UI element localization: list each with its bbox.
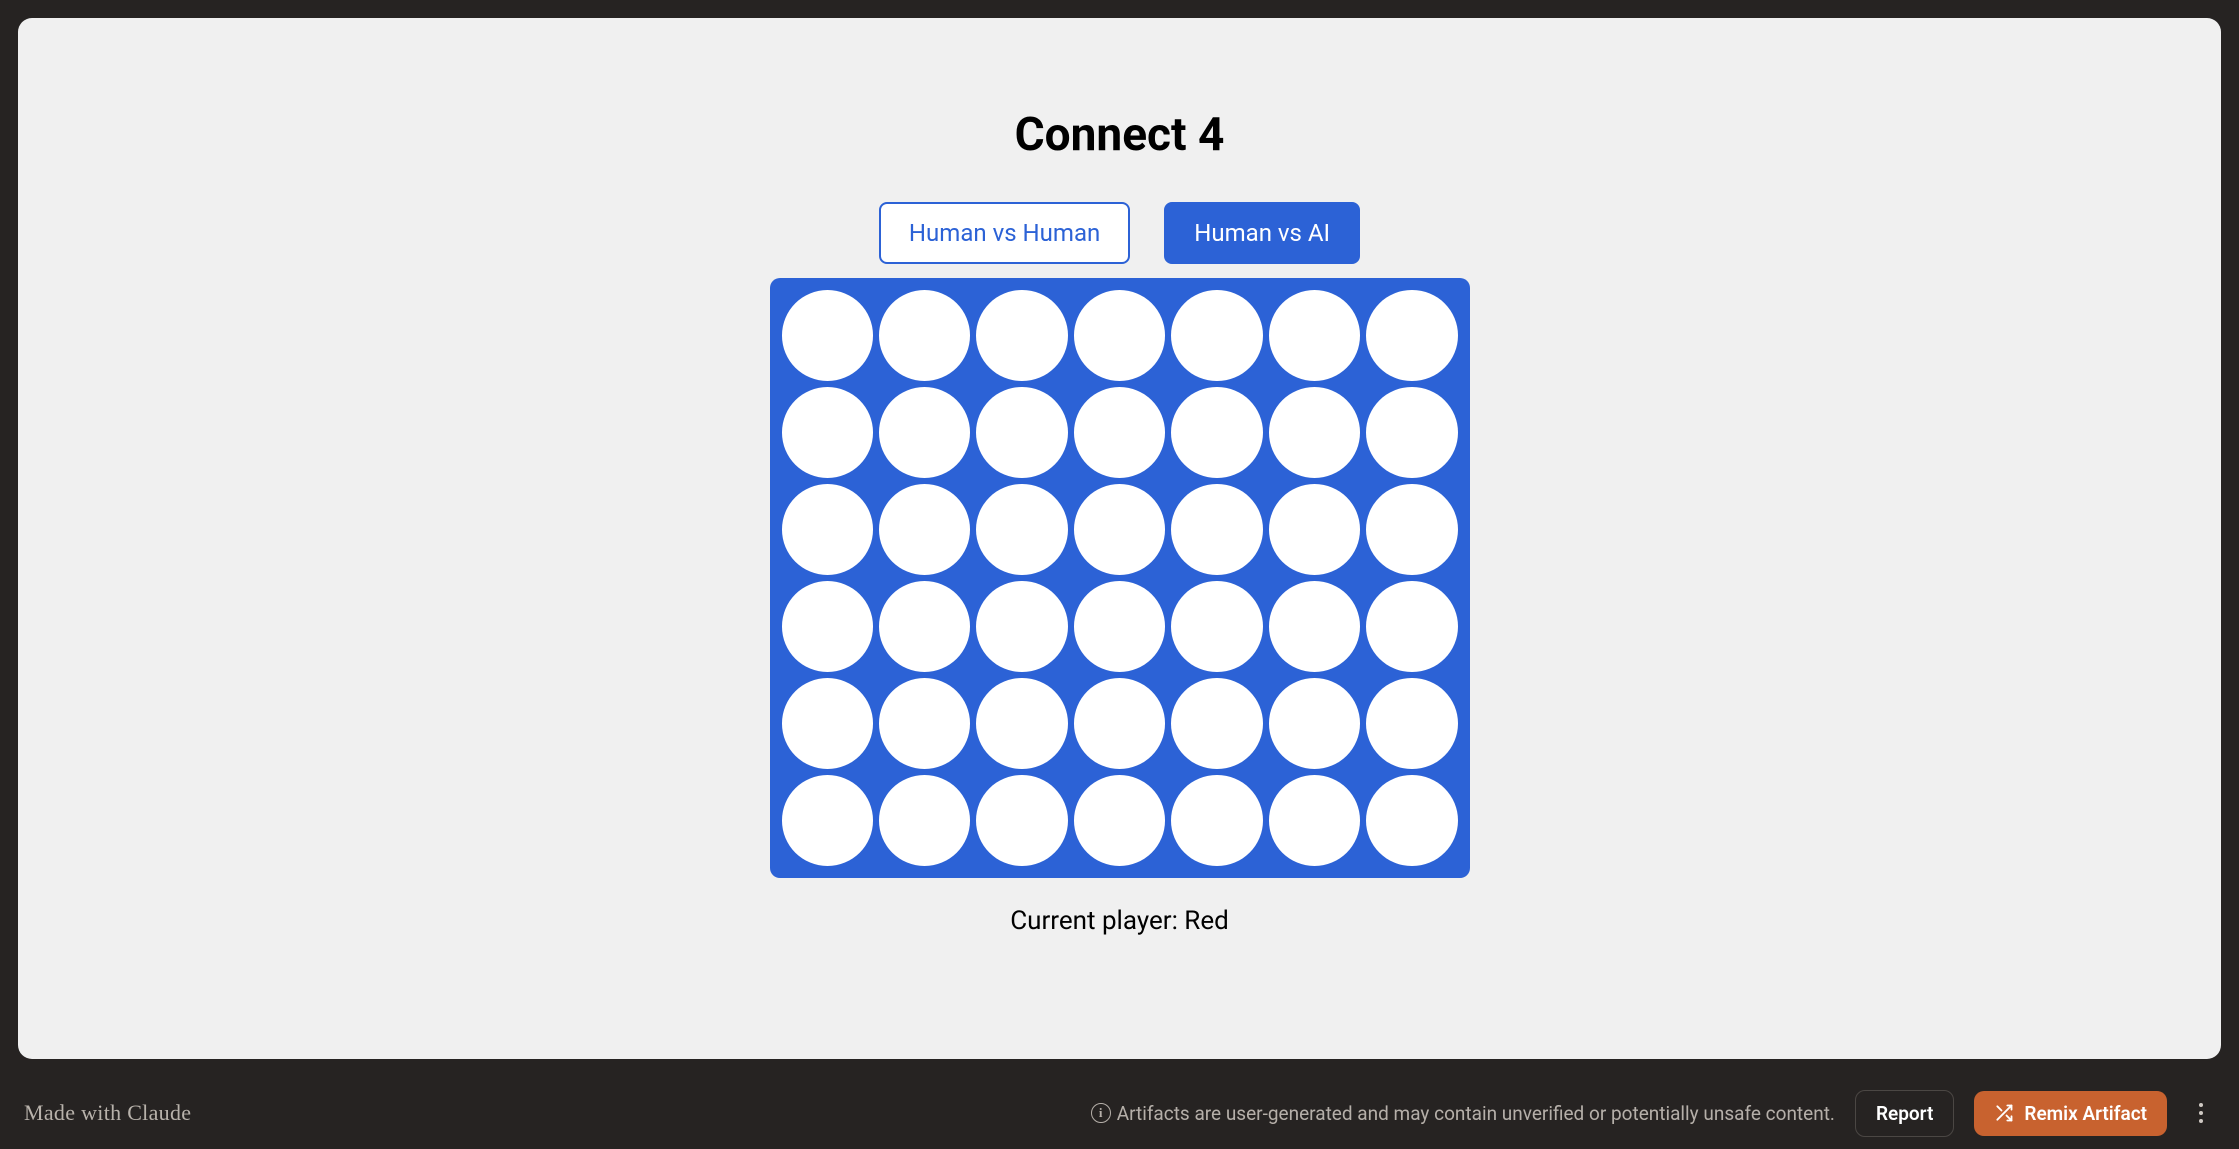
- board-cell[interactable]: [782, 678, 873, 769]
- board-cell[interactable]: [782, 484, 873, 575]
- disclaimer-text: Artifacts are user-generated and may con…: [1117, 1102, 1835, 1125]
- board-cell[interactable]: [1366, 484, 1457, 575]
- info-icon: i: [1091, 1103, 1111, 1123]
- board-cell[interactable]: [782, 387, 873, 478]
- board-cell[interactable]: [976, 484, 1067, 575]
- board-cell[interactable]: [1269, 581, 1360, 672]
- board-cell[interactable]: [1074, 290, 1165, 381]
- page-title: Connect 4: [1015, 108, 1225, 162]
- board-cell[interactable]: [1366, 387, 1457, 478]
- board-cell[interactable]: [1366, 581, 1457, 672]
- current-player-status: Current player: Red: [1010, 906, 1229, 936]
- board-cell[interactable]: [1171, 581, 1262, 672]
- mode-selector: Human vs Human Human vs AI: [879, 202, 1360, 264]
- board-cell[interactable]: [1269, 290, 1360, 381]
- app-panel: Connect 4 Human vs Human Human vs AI Cur…: [18, 18, 2221, 1059]
- board-cell[interactable]: [976, 387, 1067, 478]
- board-cell[interactable]: [1366, 290, 1457, 381]
- board-cell[interactable]: [879, 775, 970, 866]
- board-cell[interactable]: [1171, 290, 1262, 381]
- board-cell[interactable]: [976, 678, 1067, 769]
- board-cell[interactable]: [1074, 775, 1165, 866]
- board-cell[interactable]: [976, 290, 1067, 381]
- board-cell[interactable]: [1074, 484, 1165, 575]
- mode-human-vs-ai-button[interactable]: Human vs AI: [1164, 202, 1360, 264]
- board-cell[interactable]: [879, 387, 970, 478]
- board-cell[interactable]: [1269, 387, 1360, 478]
- board-cell[interactable]: [879, 581, 970, 672]
- mode-human-vs-human-button[interactable]: Human vs Human: [879, 202, 1130, 264]
- board-cell[interactable]: [1171, 775, 1262, 866]
- disclaimer-row: i Artifacts are user-generated and may c…: [1091, 1102, 1835, 1125]
- board-cell[interactable]: [1074, 387, 1165, 478]
- board-cell[interactable]: [879, 484, 970, 575]
- game-board: [770, 278, 1470, 878]
- shuffle-icon: [1994, 1103, 2014, 1123]
- board-cell[interactable]: [1366, 678, 1457, 769]
- board-cell[interactable]: [782, 290, 873, 381]
- remix-label: Remix Artifact: [2024, 1102, 2147, 1125]
- app-frame: Connect 4 Human vs Human Human vs AI Cur…: [0, 0, 2239, 1077]
- remix-artifact-button[interactable]: Remix Artifact: [1974, 1091, 2167, 1136]
- board-cell[interactable]: [879, 290, 970, 381]
- board-cell[interactable]: [1269, 775, 1360, 866]
- board-cell[interactable]: [1171, 678, 1262, 769]
- footer-bar: Made with Claude i Artifacts are user-ge…: [0, 1077, 2239, 1149]
- board-cell[interactable]: [1074, 581, 1165, 672]
- board-cell[interactable]: [1269, 678, 1360, 769]
- board-cell[interactable]: [1269, 484, 1360, 575]
- more-menu-button[interactable]: [2187, 1095, 2215, 1131]
- board-cell[interactable]: [976, 581, 1067, 672]
- board-cell[interactable]: [976, 775, 1067, 866]
- board-cell[interactable]: [1074, 678, 1165, 769]
- board-cell[interactable]: [1171, 484, 1262, 575]
- board-cell[interactable]: [782, 581, 873, 672]
- board-cell[interactable]: [1366, 775, 1457, 866]
- report-button[interactable]: Report: [1855, 1090, 1954, 1137]
- made-with-label: Made with Claude: [24, 1100, 191, 1126]
- board-cell[interactable]: [782, 775, 873, 866]
- board-cell[interactable]: [1171, 387, 1262, 478]
- board-cell[interactable]: [879, 678, 970, 769]
